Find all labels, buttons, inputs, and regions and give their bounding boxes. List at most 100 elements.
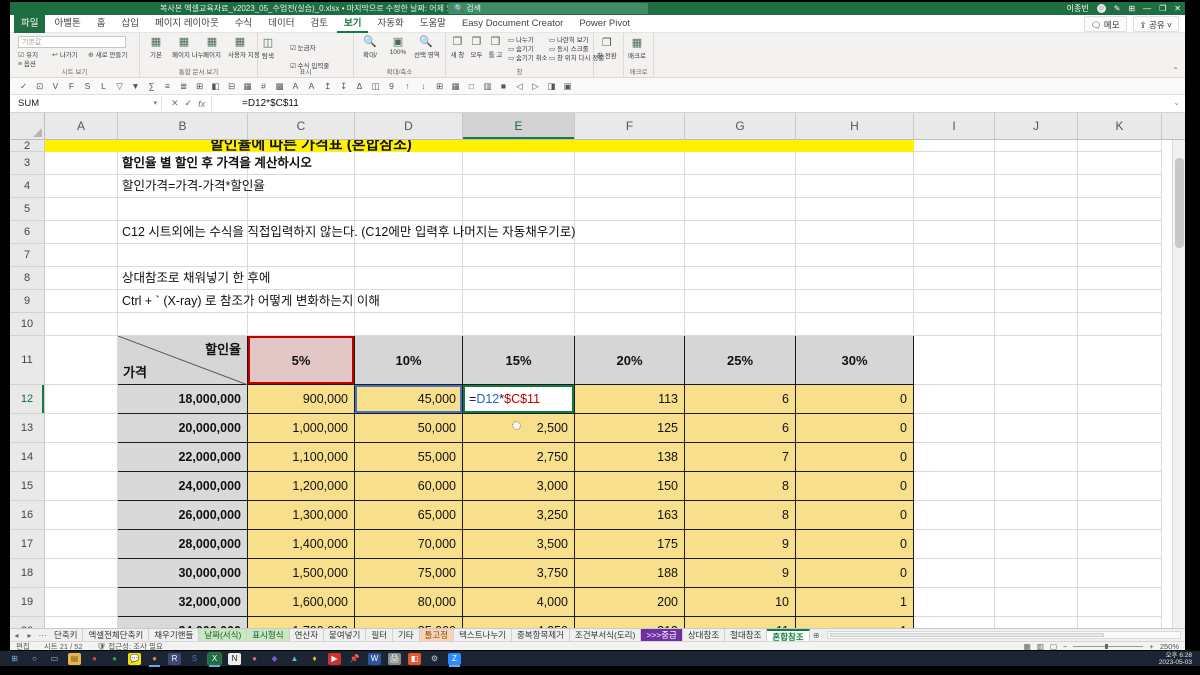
sheet-nav-icon-0[interactable]: ◂ xyxy=(10,629,23,641)
cell-C10[interactable] xyxy=(248,313,355,336)
cell-K4[interactable] xyxy=(1078,175,1162,198)
rate-header-25%[interactable]: 25% xyxy=(685,336,796,385)
keep-button[interactable]: ☑ 유지 xyxy=(18,51,38,60)
cell-H8[interactable] xyxy=(796,267,914,290)
data-cell-F17[interactable]: 175 xyxy=(575,530,685,559)
data-cell-F16[interactable]: 163 xyxy=(575,501,685,530)
cell-K17[interactable] xyxy=(1078,530,1162,559)
toolbar-icon-2[interactable]: V xyxy=(48,80,63,93)
ribbon-tab-12[interactable]: Power Pivot xyxy=(572,15,637,33)
ribbon-tab-file[interactable]: 파일 xyxy=(14,15,45,33)
row-header-20[interactable]: 20 xyxy=(10,617,45,628)
cell-B10[interactable] xyxy=(118,313,248,336)
data-cell-E16[interactable]: 3,250 xyxy=(463,501,575,530)
ribbon-tab-2[interactable]: 홈 xyxy=(90,15,113,33)
data-cell-D18[interactable]: 75,000 xyxy=(355,559,463,588)
taskbar-icon-kakaotalk[interactable]: 💬 xyxy=(128,653,141,665)
data-cell-D17[interactable]: 70,000 xyxy=(355,530,463,559)
cell-K2[interactable] xyxy=(1078,140,1162,152)
data-cell-G18[interactable]: 9 xyxy=(685,559,796,588)
price-cell-B13[interactable]: 20,000,000 xyxy=(118,414,248,443)
toolbar-icon-10[interactable]: ≣ xyxy=(176,80,191,93)
data-cell-E20[interactable]: 4,250 xyxy=(463,617,575,628)
toolbar-icon-25[interactable]: ↓ xyxy=(416,80,431,93)
cell-I11[interactable] xyxy=(914,336,995,385)
cell-C7[interactable] xyxy=(248,244,355,267)
row-header-12[interactable]: 12 xyxy=(10,385,45,414)
accessibility-status[interactable]: 🛡 접근성: 조사 필요 xyxy=(97,642,163,651)
cell-K20[interactable] xyxy=(1078,617,1162,628)
select-all-corner[interactable] xyxy=(10,113,45,140)
cell-F5[interactable] xyxy=(575,198,685,221)
data-cell-E18[interactable]: 3,750 xyxy=(463,559,575,588)
sheet-tab-틀고정[interactable]: 틀고정 xyxy=(420,629,454,641)
cell-I17[interactable] xyxy=(914,530,995,559)
cell-E4[interactable] xyxy=(463,175,575,198)
taskbar-icon-youtube[interactable]: ▶ xyxy=(328,653,341,665)
toolbar-icon-24[interactable]: ↑ xyxy=(400,80,415,93)
maximize-button[interactable]: ❐ xyxy=(1159,4,1166,13)
cell-J11[interactable] xyxy=(995,336,1078,385)
cell-K15[interactable] xyxy=(1078,472,1162,501)
cell-E10[interactable] xyxy=(463,313,575,336)
cell-I16[interactable] xyxy=(914,501,995,530)
cell-J17[interactable] xyxy=(995,530,1078,559)
vertical-scrollbar[interactable] xyxy=(1172,140,1185,628)
taskbar-icon-file-explorer[interactable]: ▤ xyxy=(68,653,81,665)
cell-A14[interactable] xyxy=(45,443,118,472)
cell-D3[interactable] xyxy=(355,152,463,175)
cell-J7[interactable] xyxy=(995,244,1078,267)
ribbon-tab-1[interactable]: 아벨톤 xyxy=(47,15,87,33)
toolbar-icon-27[interactable]: ▦ xyxy=(448,80,463,93)
toolbar-icon-7[interactable]: ▼ xyxy=(128,80,143,93)
data-cell-H15[interactable]: 0 xyxy=(796,472,914,501)
taskbar-icon-browser[interactable]: ● xyxy=(108,653,121,665)
data-cell-E15[interactable]: 3,000 xyxy=(463,472,575,501)
cell-G4[interactable] xyxy=(685,175,796,198)
cell-J20[interactable] xyxy=(995,617,1078,628)
toolbar-icon-5[interactable]: L xyxy=(96,80,111,93)
data-cell-F14[interactable]: 138 xyxy=(575,443,685,472)
cancel-entry-icon[interactable]: ✕ xyxy=(171,98,179,109)
cell-K10[interactable] xyxy=(1078,313,1162,336)
toolbar-icon-18[interactable]: A xyxy=(304,80,319,93)
collapse-ribbon-icon[interactable]: ⌃ xyxy=(1172,66,1179,75)
ribbon-tab-4[interactable]: 페이지 레이아웃 xyxy=(148,15,226,33)
price-cell-B15[interactable]: 24,000,000 xyxy=(118,472,248,501)
cell-E5[interactable] xyxy=(463,198,575,221)
cell-H9[interactable] xyxy=(796,290,914,313)
cell-K9[interactable] xyxy=(1078,290,1162,313)
taskbar-icon-app-bulb[interactable]: ♦ xyxy=(308,653,321,665)
cell-K12[interactable] xyxy=(1078,385,1162,414)
cell-H10[interactable] xyxy=(796,313,914,336)
toolbar-icon-31[interactable]: ◁ xyxy=(512,80,527,93)
taskbar-icon-whale-browser[interactable]: ● xyxy=(148,653,161,665)
sheet-tab-채우기핸들[interactable]: 채우기핸들 xyxy=(149,629,199,641)
data-cell-F12[interactable]: 113 xyxy=(575,385,685,414)
column-header-B[interactable]: B xyxy=(118,113,248,140)
row-header-7[interactable]: 7 xyxy=(10,244,45,267)
taskbar-icon-search[interactable]: ○ xyxy=(28,653,41,665)
cell-H3[interactable] xyxy=(796,152,914,175)
data-cell-G13[interactable]: 6 xyxy=(685,414,796,443)
cell-G10[interactable] xyxy=(685,313,796,336)
cell-J15[interactable] xyxy=(995,472,1078,501)
workbook-view-button-0[interactable]: ▦기본 xyxy=(142,35,170,60)
cell-K8[interactable] xyxy=(1078,267,1162,290)
cell-I5[interactable] xyxy=(914,198,995,221)
toolbar-icon-21[interactable]: Δ xyxy=(352,80,367,93)
cell-J18[interactable] xyxy=(995,559,1078,588)
row-header-17[interactable]: 17 xyxy=(10,530,45,559)
cell-F7[interactable] xyxy=(575,244,685,267)
toolbar-icon-12[interactable]: ◧ xyxy=(208,80,223,93)
confirm-entry-icon[interactable]: ✓ xyxy=(185,98,193,109)
row-header-8[interactable]: 8 xyxy=(10,267,45,290)
ribbon-tab-5[interactable]: 수식 xyxy=(228,15,259,33)
sheet-tab-붙여넣기[interactable]: 붙여넣기 xyxy=(324,629,366,641)
sheet-tab-날짜(서식)[interactable]: 날짜(서식) xyxy=(199,629,247,641)
data-cell-C13[interactable]: 1,000,000 xyxy=(248,414,355,443)
row-header-10[interactable]: 10 xyxy=(10,313,45,336)
cell-A19[interactable] xyxy=(45,588,118,617)
cell-E3[interactable] xyxy=(463,152,575,175)
page-break-view-icon[interactable]: ▢ xyxy=(1050,642,1057,651)
